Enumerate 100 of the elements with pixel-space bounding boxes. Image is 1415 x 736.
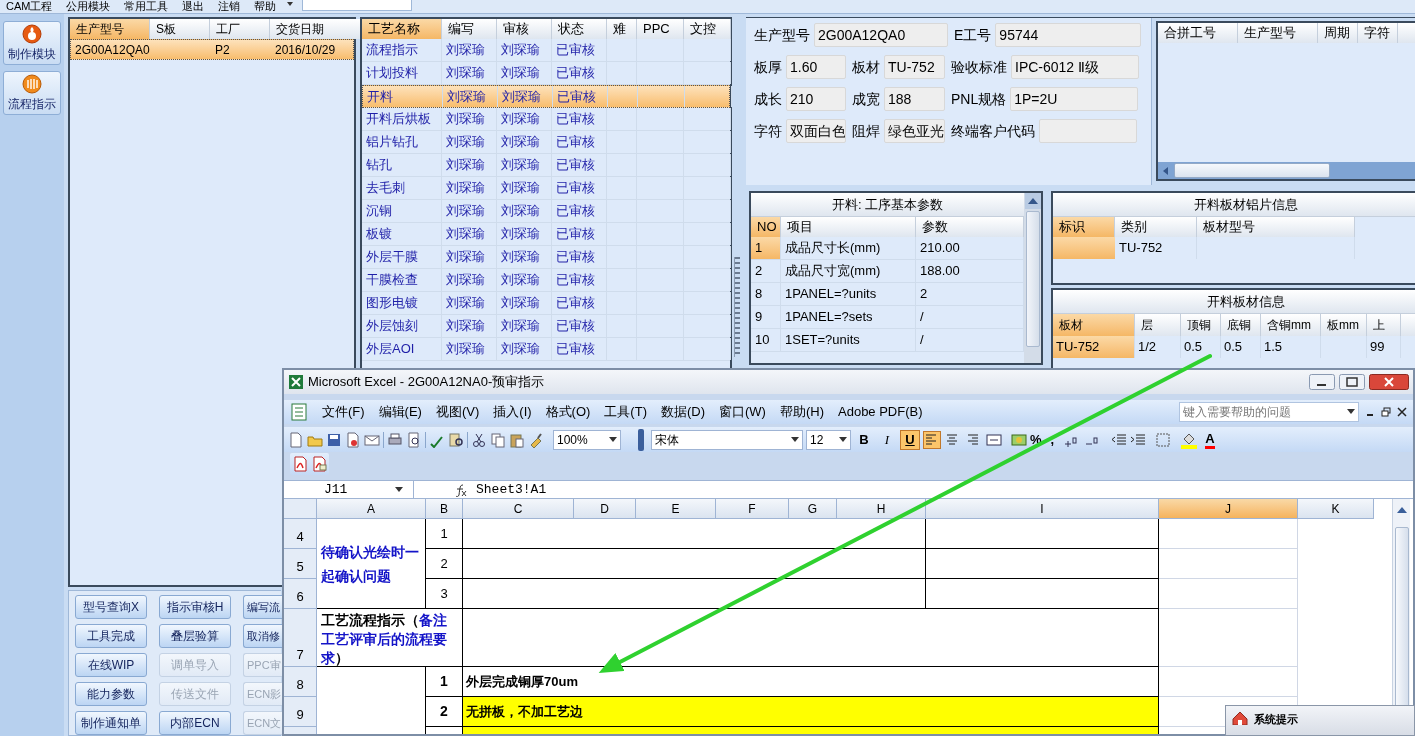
column-header[interactable]: 层 bbox=[1135, 314, 1181, 336]
row-marker[interactable] bbox=[1053, 237, 1115, 259]
input-field[interactable] bbox=[302, 0, 413, 11]
column-header[interactable]: 工厂 bbox=[210, 19, 270, 39]
cut-icon[interactable] bbox=[471, 431, 487, 448]
pdf-mail-icon[interactable] bbox=[311, 456, 327, 472]
menu-item[interactable]: 常用工具 bbox=[124, 0, 169, 13]
action-button[interactable]: 能力参数 bbox=[75, 682, 147, 706]
action-button[interactable]: 型号查询X bbox=[75, 595, 147, 619]
horizontal-scrollbar[interactable] bbox=[1158, 162, 1415, 179]
input-field[interactable]: TU-752 bbox=[884, 55, 945, 79]
action-button[interactable]: 编写流 bbox=[243, 595, 283, 619]
table-row[interactable]: 2G00A12QA0 P2 2016/10/29 bbox=[70, 39, 354, 60]
decrease-indent-icon[interactable] bbox=[1111, 431, 1128, 448]
menu-item[interactable]: 数据(D) bbox=[660, 402, 705, 422]
column-header[interactable]: I bbox=[926, 499, 1159, 519]
input-field[interactable]: 2G00A12QA0 bbox=[814, 23, 948, 47]
input-field[interactable]: 双面白色 bbox=[786, 119, 846, 143]
column-header[interactable]: E bbox=[636, 499, 716, 519]
column-header[interactable]: 顶铜 bbox=[1181, 314, 1221, 336]
column-header[interactable]: 合拼工号 bbox=[1158, 23, 1238, 43]
column-header[interactable]: F bbox=[716, 499, 789, 519]
sidebar-button[interactable]: 流程指示 bbox=[3, 71, 61, 115]
input-field[interactable]: 1P=2U bbox=[1010, 87, 1139, 111]
row-header[interactable]: 7 bbox=[284, 609, 317, 667]
column-header[interactable]: 工艺名称 bbox=[362, 19, 442, 39]
font-size-dropdown[interactable]: 12 bbox=[806, 429, 851, 450]
row-header[interactable]: 6 bbox=[284, 579, 317, 609]
table-row[interactable]: 外层干膜 刘琛瑜 刘琛瑜 已审核 bbox=[362, 246, 730, 269]
minimize-icon[interactable] bbox=[1309, 374, 1335, 390]
menu-item[interactable]: 工具(T) bbox=[604, 402, 647, 422]
menu-item[interactable]: 插入(I) bbox=[493, 402, 532, 422]
table-row[interactable]: 开料后烘板 刘琛瑜 刘琛瑜 已审核 bbox=[362, 108, 730, 131]
action-button[interactable]: 工具完成 bbox=[75, 624, 147, 648]
print-icon[interactable] bbox=[387, 431, 403, 448]
column-header[interactable]: 上 bbox=[1367, 314, 1401, 336]
column-header[interactable]: 生产型号 bbox=[70, 19, 150, 39]
research-icon[interactable] bbox=[448, 431, 464, 448]
column-header[interactable]: J bbox=[1159, 499, 1298, 519]
format-button[interactable]: I bbox=[877, 429, 897, 450]
column-header[interactable]: A bbox=[317, 499, 426, 519]
row-header[interactable]: 4 bbox=[284, 519, 317, 549]
input-field[interactable]: 210 bbox=[786, 87, 846, 111]
column-header[interactable]: 含铜mm bbox=[1261, 314, 1321, 336]
menu-item[interactable]: Adobe PDF(B) bbox=[838, 402, 923, 422]
permission-icon[interactable] bbox=[345, 431, 361, 448]
dropdown-arrow-icon[interactable] bbox=[609, 436, 617, 443]
borders-icon[interactable] bbox=[1155, 431, 1172, 448]
zoom-dropdown[interactable]: 100% bbox=[553, 429, 621, 450]
column-header[interactable]: H bbox=[837, 499, 926, 519]
toolbar-grip[interactable] bbox=[638, 428, 644, 451]
menu-item[interactable]: 帮助(H) bbox=[779, 402, 824, 422]
menu-item[interactable]: CAM工程 bbox=[6, 0, 53, 13]
format-button[interactable]: U bbox=[900, 429, 920, 450]
action-button[interactable]: 指示审核H bbox=[159, 595, 231, 619]
column-header[interactable]: B bbox=[426, 499, 463, 519]
dropdown-arrow-icon[interactable] bbox=[286, 1, 295, 7]
formula-field[interactable]: Sheet3!A1 bbox=[476, 479, 547, 500]
table-row[interactable]: 外层蚀刻 刘琛瑜 刘琛瑜 已审核 bbox=[362, 315, 730, 338]
increase-indent-icon[interactable] bbox=[1130, 431, 1147, 448]
column-header[interactable]: NO bbox=[751, 217, 781, 237]
restore-icon[interactable] bbox=[1381, 407, 1391, 417]
print-preview-icon[interactable] bbox=[406, 431, 422, 448]
font-color-button[interactable]: A bbox=[1205, 430, 1215, 449]
input-field[interactable] bbox=[1039, 119, 1137, 143]
copy-icon[interactable] bbox=[490, 431, 506, 448]
vertical-scrollbar[interactable] bbox=[1024, 193, 1041, 363]
maximize-icon[interactable] bbox=[1339, 374, 1365, 390]
dropdown-arrow-icon[interactable] bbox=[791, 436, 799, 443]
column-header[interactable]: 编写 bbox=[442, 19, 497, 39]
action-button[interactable]: 在线WIP bbox=[75, 653, 147, 677]
splitter-handle[interactable] bbox=[734, 257, 740, 357]
column-header[interactable]: C bbox=[463, 499, 574, 519]
row-header[interactable]: 5 bbox=[284, 549, 317, 579]
comma-button[interactable]: , bbox=[1044, 429, 1061, 450]
close-icon[interactable] bbox=[1397, 407, 1407, 417]
column-header[interactable]: 审核 bbox=[497, 19, 552, 39]
pdf-icon[interactable] bbox=[292, 456, 308, 472]
format-painter-icon[interactable] bbox=[528, 431, 544, 448]
column-header[interactable]: 字符 bbox=[1358, 23, 1398, 43]
menu-item[interactable]: 退出 bbox=[182, 0, 205, 13]
name-box[interactable]: J11 bbox=[284, 481, 414, 498]
currency-icon[interactable] bbox=[1011, 431, 1027, 448]
column-header[interactable]: D bbox=[574, 499, 636, 519]
menu-item[interactable]: 注销 bbox=[218, 0, 241, 13]
column-header[interactable]: 交货日期 bbox=[270, 19, 362, 39]
menu-item[interactable]: 窗口(W) bbox=[719, 402, 766, 422]
column-header[interactable]: 类别 bbox=[1115, 217, 1197, 237]
dropdown-arrow-icon[interactable] bbox=[395, 486, 403, 493]
table-row[interactable]: 钻孔 刘琛瑜 刘琛瑜 已审核 bbox=[362, 154, 730, 177]
action-button[interactable]: 制作通知单 bbox=[75, 711, 147, 735]
input-field[interactable]: 95744 bbox=[995, 23, 1142, 47]
column-header[interactable]: G bbox=[789, 499, 837, 519]
column-header[interactable]: 文控 bbox=[684, 19, 731, 39]
column-header[interactable]: 板材型号 bbox=[1197, 217, 1355, 237]
column-header[interactable]: 板mm bbox=[1321, 314, 1367, 336]
table-row[interactable]: 流程指示 刘琛瑜 刘琛瑜 已审核 bbox=[362, 39, 730, 62]
column-header[interactable]: 板材 bbox=[1053, 314, 1135, 336]
column-header[interactable]: S板 bbox=[150, 19, 210, 39]
merge-cells-icon[interactable] bbox=[986, 431, 1002, 448]
